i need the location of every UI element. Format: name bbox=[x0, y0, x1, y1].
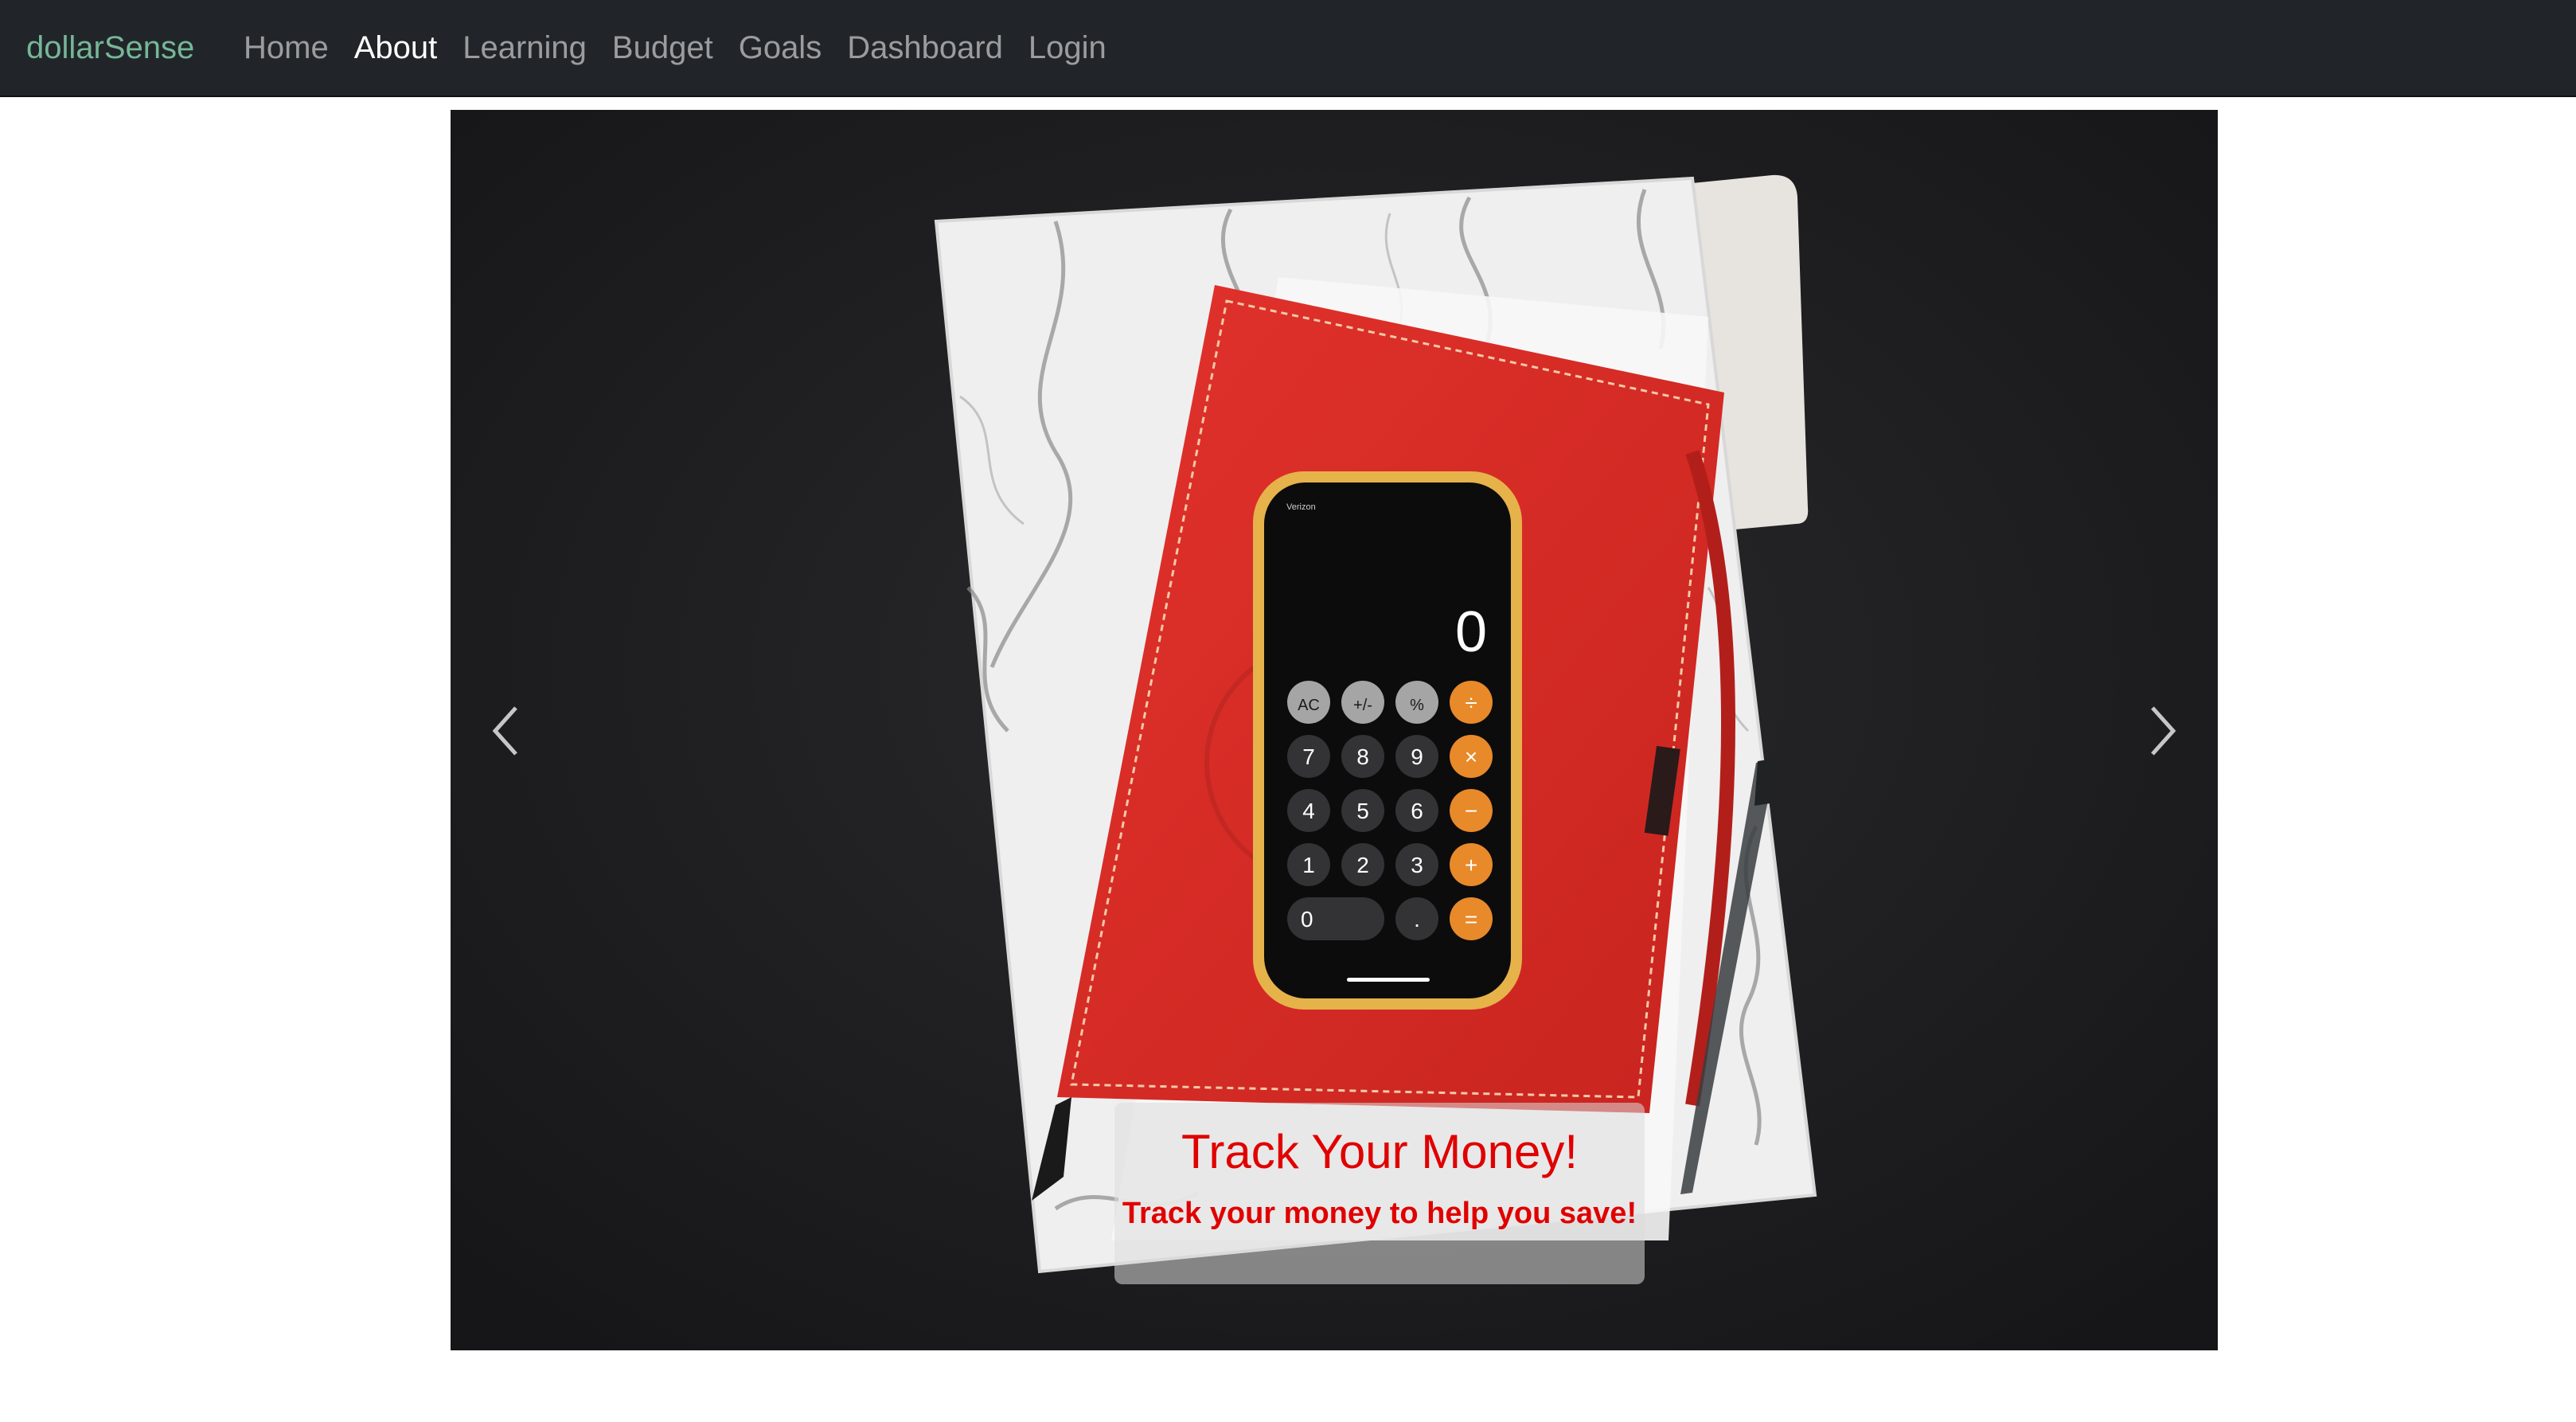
nav-links: Home About Learning Budget Goals Dashboa… bbox=[231, 24, 1119, 72]
calc-key-label: 6 bbox=[1411, 799, 1423, 823]
calc-key-label: + bbox=[1465, 853, 1477, 877]
calc-key-label: 8 bbox=[1356, 744, 1369, 769]
calc-key-label: 9 bbox=[1411, 744, 1423, 769]
carousel-prev-button[interactable] bbox=[451, 635, 562, 826]
calc-key-label: % bbox=[1410, 697, 1424, 714]
nav-link-home[interactable]: Home bbox=[231, 24, 342, 72]
nav-link-about[interactable]: About bbox=[342, 24, 451, 72]
calc-key-label: 4 bbox=[1302, 799, 1315, 823]
calc-key-label: 2 bbox=[1356, 853, 1369, 877]
carousel-caption: Track Your Money! Track your money to he… bbox=[1114, 1103, 1645, 1284]
calc-key-label: AC bbox=[1298, 697, 1320, 714]
brand-logo[interactable]: dollarSense bbox=[26, 24, 194, 72]
calc-key-label: ÷ bbox=[1465, 690, 1477, 715]
nav-link-goals[interactable]: Goals bbox=[726, 24, 835, 72]
chevron-right-icon bbox=[2151, 706, 2176, 756]
calc-key-label: 7 bbox=[1302, 744, 1315, 769]
calc-key-label: − bbox=[1465, 799, 1477, 823]
calc-key-label: 0 bbox=[1301, 907, 1313, 932]
chevron-left-icon bbox=[492, 706, 517, 756]
navbar: dollarSense Home About Learning Budget G… bbox=[0, 0, 2576, 97]
calc-key-label: = bbox=[1465, 907, 1477, 932]
phone-carrier-label: Verizon bbox=[1286, 502, 1316, 512]
calc-key-label: × bbox=[1465, 744, 1477, 769]
calc-key-label: 1 bbox=[1302, 853, 1315, 877]
calc-key-label: +/- bbox=[1353, 697, 1372, 714]
nav-link-login[interactable]: Login bbox=[1016, 24, 1119, 72]
nav-link-budget[interactable]: Budget bbox=[599, 24, 726, 72]
nav-link-learning[interactable]: Learning bbox=[450, 24, 599, 72]
caption-text: Track your money to help you save! bbox=[1122, 1197, 1637, 1230]
carousel-next-button[interactable] bbox=[2106, 635, 2218, 826]
hero-carousel: Verizon 0 AC +/-% ÷ 7 8 9 × 4 5 6 − 1 2 3 +0. = Track Y… bbox=[451, 110, 2218, 1350]
caption-title: Track Your Money! bbox=[1181, 1125, 1579, 1178]
calc-key-label: 3 bbox=[1411, 853, 1423, 877]
calc-key-label: 5 bbox=[1356, 799, 1369, 823]
nav-link-dashboard[interactable]: Dashboard bbox=[834, 24, 1016, 72]
calculator-display: 0 bbox=[1455, 600, 1487, 664]
calc-key-label: . bbox=[1414, 907, 1420, 932]
